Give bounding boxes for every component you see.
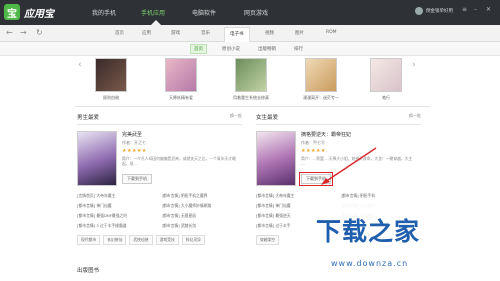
watermark: 下载之家 www.downza.cn [291, 202, 500, 281]
arrow-line [324, 147, 377, 183]
watermark-text: 下载之家 [316, 217, 421, 246]
watermark-url: www.downza.cn [331, 259, 409, 268]
